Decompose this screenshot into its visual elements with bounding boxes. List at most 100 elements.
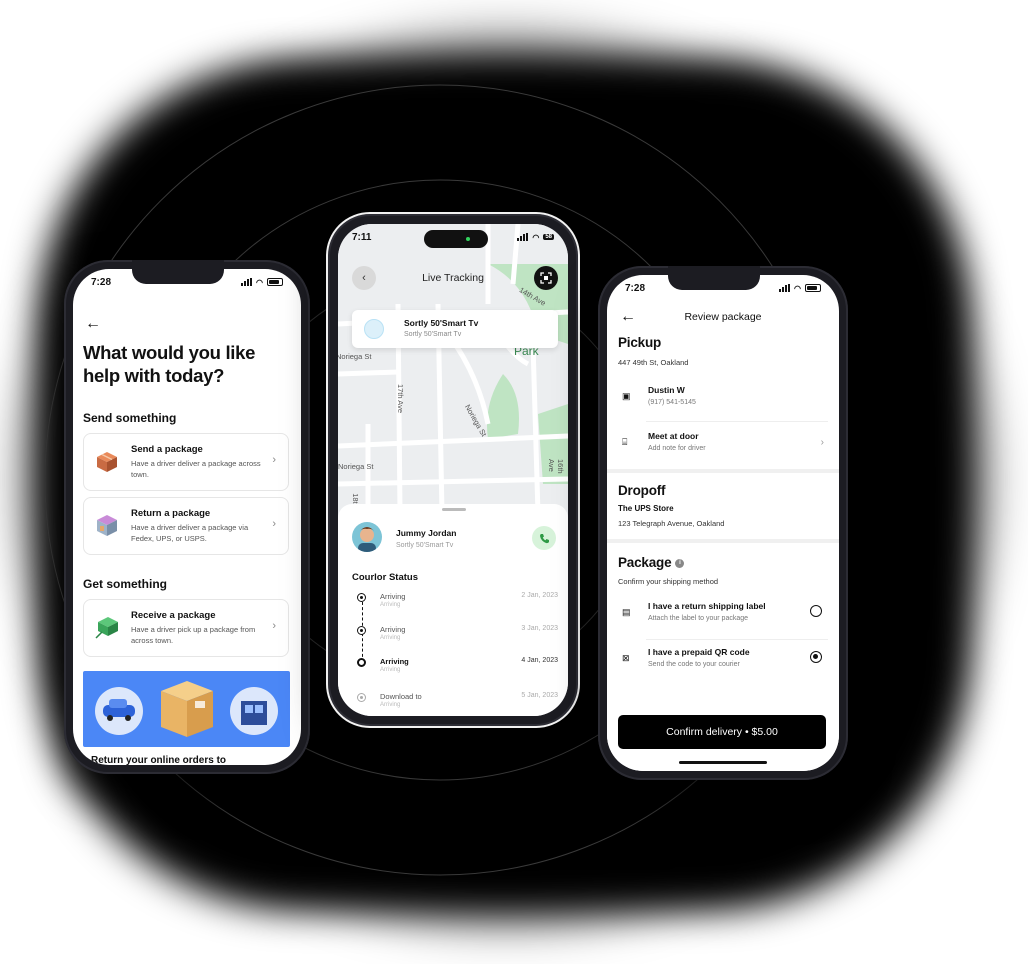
street-label: Noriega St (338, 462, 374, 471)
return-package-option[interactable]: Return a package Have a driver deliver a… (83, 497, 289, 555)
dropoff-address: 123 Telegraph Avenue, Oakland (618, 519, 725, 528)
package-heading-text: Package (618, 555, 672, 570)
info-icon[interactable]: i (675, 558, 685, 568)
contact-name: Dustin W (648, 385, 685, 395)
pickup-address: 447 49th St, Oakland (618, 358, 689, 367)
option-desc: Have a driver deliver a package across t… (131, 459, 261, 479)
timeline-label: Arriving (380, 657, 409, 666)
street-label: Noriega St (338, 352, 372, 361)
item-subtitle: Sortly 50'Smart Tv (404, 331, 462, 338)
chevron-right-icon: › (820, 437, 824, 448)
scan-button[interactable] (534, 266, 558, 290)
meet-at-door-row[interactable]: ⌸ Meet at door Add note for driver › (618, 425, 828, 467)
courier-sheet: Jummy Jordan Sortly 50'Smart Tv Courlor … (338, 504, 568, 716)
driver-subtitle: Sortly 50'Smart Tv (396, 542, 454, 549)
timeline-item: Arriving Arriving 3 Jan, 2023 (352, 625, 562, 645)
wifi-icon: ◠ (256, 277, 263, 287)
timeline-sub: Arriving (380, 702, 401, 708)
timeline-item: Arriving Arriving 2 Jan, 2023 (352, 592, 562, 612)
radio-unselected[interactable] (810, 605, 822, 617)
item-title: Sortly 50'Smart Tv (404, 318, 479, 328)
timeline-label: Arriving (380, 592, 406, 601)
option-title: Send a package (131, 444, 203, 455)
contact-row[interactable]: ▣ Dustin W (917) 541-5145 (618, 379, 828, 421)
label-icon: ▤ (622, 607, 631, 617)
street-label: 17th Ave (396, 383, 406, 414)
avatar (352, 522, 382, 552)
signal-icon (779, 284, 791, 292)
method-option-label[interactable]: ▤ I have a return shipping label Attach … (618, 595, 828, 637)
street-label: 16th Ave (547, 459, 565, 474)
status-time: 7:28 (625, 282, 646, 294)
notch (668, 266, 760, 290)
option-title: Return a package (131, 508, 211, 519)
courier-status-heading: Courlor Status (352, 572, 418, 583)
sheet-handle[interactable] (442, 508, 466, 511)
timeline-item: Download to Arriving 5 Jan, 2023 (352, 692, 562, 712)
review-screen: 7:28 ◠ ← Review package Pickup 447 49th … (607, 275, 839, 771)
phone-review-package: 7:28 ◠ ← Review package Pickup 447 49th … (598, 266, 848, 780)
receive-package-option[interactable]: Receive a package Have a driver pick up … (83, 599, 289, 657)
page-title: Review package (684, 311, 762, 323)
page-title: What would you like help with today? (83, 342, 256, 386)
signal-icon (241, 278, 253, 286)
qr-code-icon: ⊠ (622, 653, 630, 663)
package-tracking-icon (364, 319, 384, 339)
chevron-right-icon: › (272, 454, 276, 466)
timeline-dot (357, 693, 366, 702)
get-section-heading: Get something (83, 577, 168, 591)
timeline-date: 5 Jan, 2023 (521, 692, 558, 699)
timeline-sub: Arriving (380, 667, 401, 673)
tracking-item-card[interactable]: Sortly 50'Smart Tv Sortly 50'Smart Tv (352, 310, 558, 348)
timeline-dot (357, 658, 366, 667)
phone-icon (539, 533, 549, 543)
chevron-right-icon: › (272, 518, 276, 530)
dynamic-island (424, 230, 488, 248)
notch (132, 260, 224, 284)
divider (646, 639, 828, 640)
timeline-label: Download to (380, 692, 422, 701)
signal-icon (517, 233, 529, 241)
wifi-icon: ◠ (532, 232, 540, 242)
status-time: 7:28 (91, 276, 112, 288)
home-indicator (679, 761, 767, 764)
timeline-sub: Arriving (380, 602, 401, 608)
method-desc: Send the code to your courier (648, 661, 740, 668)
radio-selected[interactable] (810, 651, 822, 663)
timeline-dot (357, 626, 366, 635)
timeline-date: 3 Jan, 2023 (521, 625, 558, 632)
dropoff-heading: Dropoff (618, 483, 666, 498)
divider (646, 421, 828, 422)
dropoff-name: The UPS Store (618, 504, 674, 513)
method-option-qr[interactable]: ⊠ I have a prepaid QR code Send the code… (618, 641, 828, 683)
phone-help-today: 7:28 ◠ ← What would you like help with t… (64, 260, 310, 774)
timeline-dot (357, 593, 366, 602)
timeline-date: 4 Jan, 2023 (521, 657, 558, 664)
section-divider (607, 469, 839, 473)
battery-level: 58 (543, 234, 554, 240)
method-title: I have a prepaid QR code (648, 647, 750, 657)
package-subtitle: Confirm your shipping method (618, 577, 719, 586)
back-arrow-icon[interactable]: ← (85, 315, 101, 333)
send-package-option[interactable]: Send a package Have a driver deliver a p… (83, 433, 289, 491)
chevron-right-icon: › (272, 620, 276, 632)
contact-phone: (917) 541-5145 (648, 399, 696, 406)
help-screen: 7:28 ◠ ← What would you like help with t… (73, 269, 301, 765)
method-title: I have a return shipping label (648, 601, 766, 611)
section-divider (607, 539, 839, 543)
timeline-date: 2 Jan, 2023 (521, 592, 558, 599)
promo-banner[interactable] (83, 671, 290, 747)
confirm-delivery-button[interactable]: Confirm delivery • $5.00 (618, 715, 826, 749)
scan-icon (540, 272, 552, 284)
timeline-item-current: Arriving Arriving 4 Jan, 2023 (352, 657, 562, 677)
store-icon (97, 515, 117, 536)
send-section-heading: Send something (83, 411, 177, 425)
option-desc: Have a driver deliver a package via Fede… (131, 523, 249, 543)
call-button[interactable] (532, 526, 556, 550)
package-icon (97, 452, 117, 472)
timeline-label: Arriving (380, 625, 406, 634)
promo-text: Return your online orders to (91, 755, 227, 765)
receive-package-icon (95, 617, 118, 639)
contact-card-icon: ▣ (622, 391, 631, 401)
meet-subtitle: Add note for driver (648, 445, 706, 452)
